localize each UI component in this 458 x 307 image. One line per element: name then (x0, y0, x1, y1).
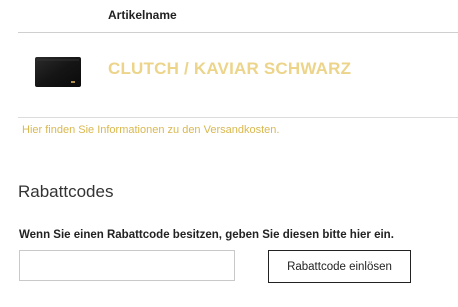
product-thumbnail[interactable] (34, 55, 82, 89)
coupon-code-input[interactable] (19, 250, 235, 281)
cart-item-row: CLUTCH / KAVIAR SCHWARZ (18, 33, 458, 117)
coupon-hint-text: Wenn Sie einen Rabattcode besitzen, gebe… (19, 229, 394, 241)
coupon-section-title: Rabattcodes (18, 182, 114, 201)
redeem-coupon-button[interactable]: Rabattcode einlösen (268, 250, 411, 283)
product-name-link[interactable]: CLUTCH / KAVIAR SCHWARZ (108, 59, 351, 79)
item-divider (18, 117, 458, 118)
shipping-info-link[interactable]: Hier finden Sie Informationen zu den Ver… (22, 124, 279, 136)
cart-column-header: Artikelname (108, 8, 177, 22)
